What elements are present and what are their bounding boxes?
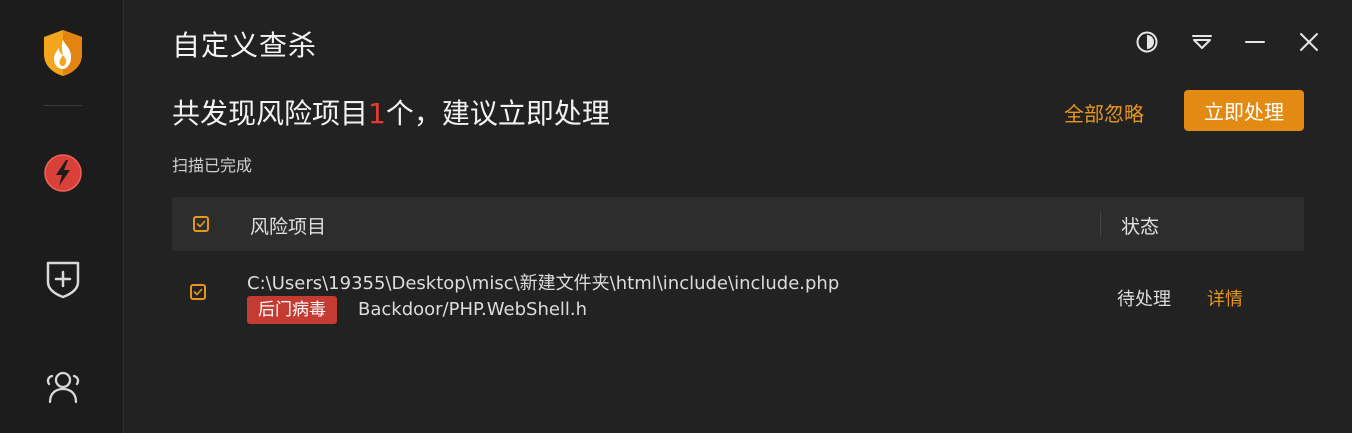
virus-name: Backdoor/PHP.WebShell.h bbox=[358, 299, 588, 320]
menu-button[interactable] bbox=[1188, 28, 1216, 56]
menu-icon bbox=[1192, 35, 1212, 49]
scan-status: 扫描已完成 bbox=[172, 156, 253, 175]
summary-suffix: 个，建议立即处理 bbox=[385, 97, 610, 130]
detail-link[interactable]: 详情 bbox=[1207, 285, 1243, 311]
ignore-all-link[interactable]: 全部忽略 bbox=[1064, 98, 1144, 127]
close-icon bbox=[1300, 33, 1318, 51]
lightning-scan-icon bbox=[44, 154, 82, 192]
risk-summary-headline: 共发现风险项目1个，建议立即处理 bbox=[172, 92, 610, 132]
handle-now-button[interactable]: 立即处理 bbox=[1184, 90, 1304, 131]
sidebar bbox=[0, 0, 124, 433]
sidebar-item-protection[interactable] bbox=[42, 258, 84, 300]
window-title: 自定义查杀 bbox=[172, 29, 318, 62]
column-header-state: 状态 bbox=[1121, 216, 1160, 238]
theme-icon bbox=[1136, 31, 1158, 53]
theme-button[interactable] bbox=[1133, 28, 1161, 56]
close-button[interactable] bbox=[1295, 28, 1323, 56]
sidebar-divider bbox=[44, 105, 82, 106]
file-path: C:\Users\19355\Desktop\misc\新建文件夹\html\i… bbox=[247, 273, 840, 294]
sidebar-item-scan[interactable] bbox=[42, 152, 84, 194]
select-all-checkbox[interactable] bbox=[193, 216, 209, 232]
minimize-button[interactable] bbox=[1241, 28, 1269, 56]
checkmark-icon bbox=[196, 220, 206, 228]
risk-count: 1 bbox=[368, 97, 386, 130]
users-icon bbox=[46, 371, 80, 404]
shield-plus-icon bbox=[46, 261, 80, 299]
shield-flame-logo bbox=[41, 28, 85, 78]
column-divider[interactable] bbox=[1100, 211, 1101, 237]
threat-type-badge: 后门病毒 bbox=[247, 296, 337, 324]
checkmark-icon bbox=[193, 288, 203, 296]
table-header: 风险项目 状态 bbox=[172, 197, 1304, 251]
row-checkbox[interactable] bbox=[190, 284, 206, 300]
summary-prefix: 共发现风险项目 bbox=[172, 97, 369, 130]
column-header-risk: 风险项目 bbox=[250, 216, 327, 238]
row-status: 待处理 bbox=[1117, 289, 1171, 310]
minimize-icon bbox=[1245, 41, 1265, 43]
table-row: C:\Users\19355\Desktop\misc\新建文件夹\html\i… bbox=[172, 258, 1304, 334]
sidebar-item-users[interactable] bbox=[42, 366, 84, 408]
